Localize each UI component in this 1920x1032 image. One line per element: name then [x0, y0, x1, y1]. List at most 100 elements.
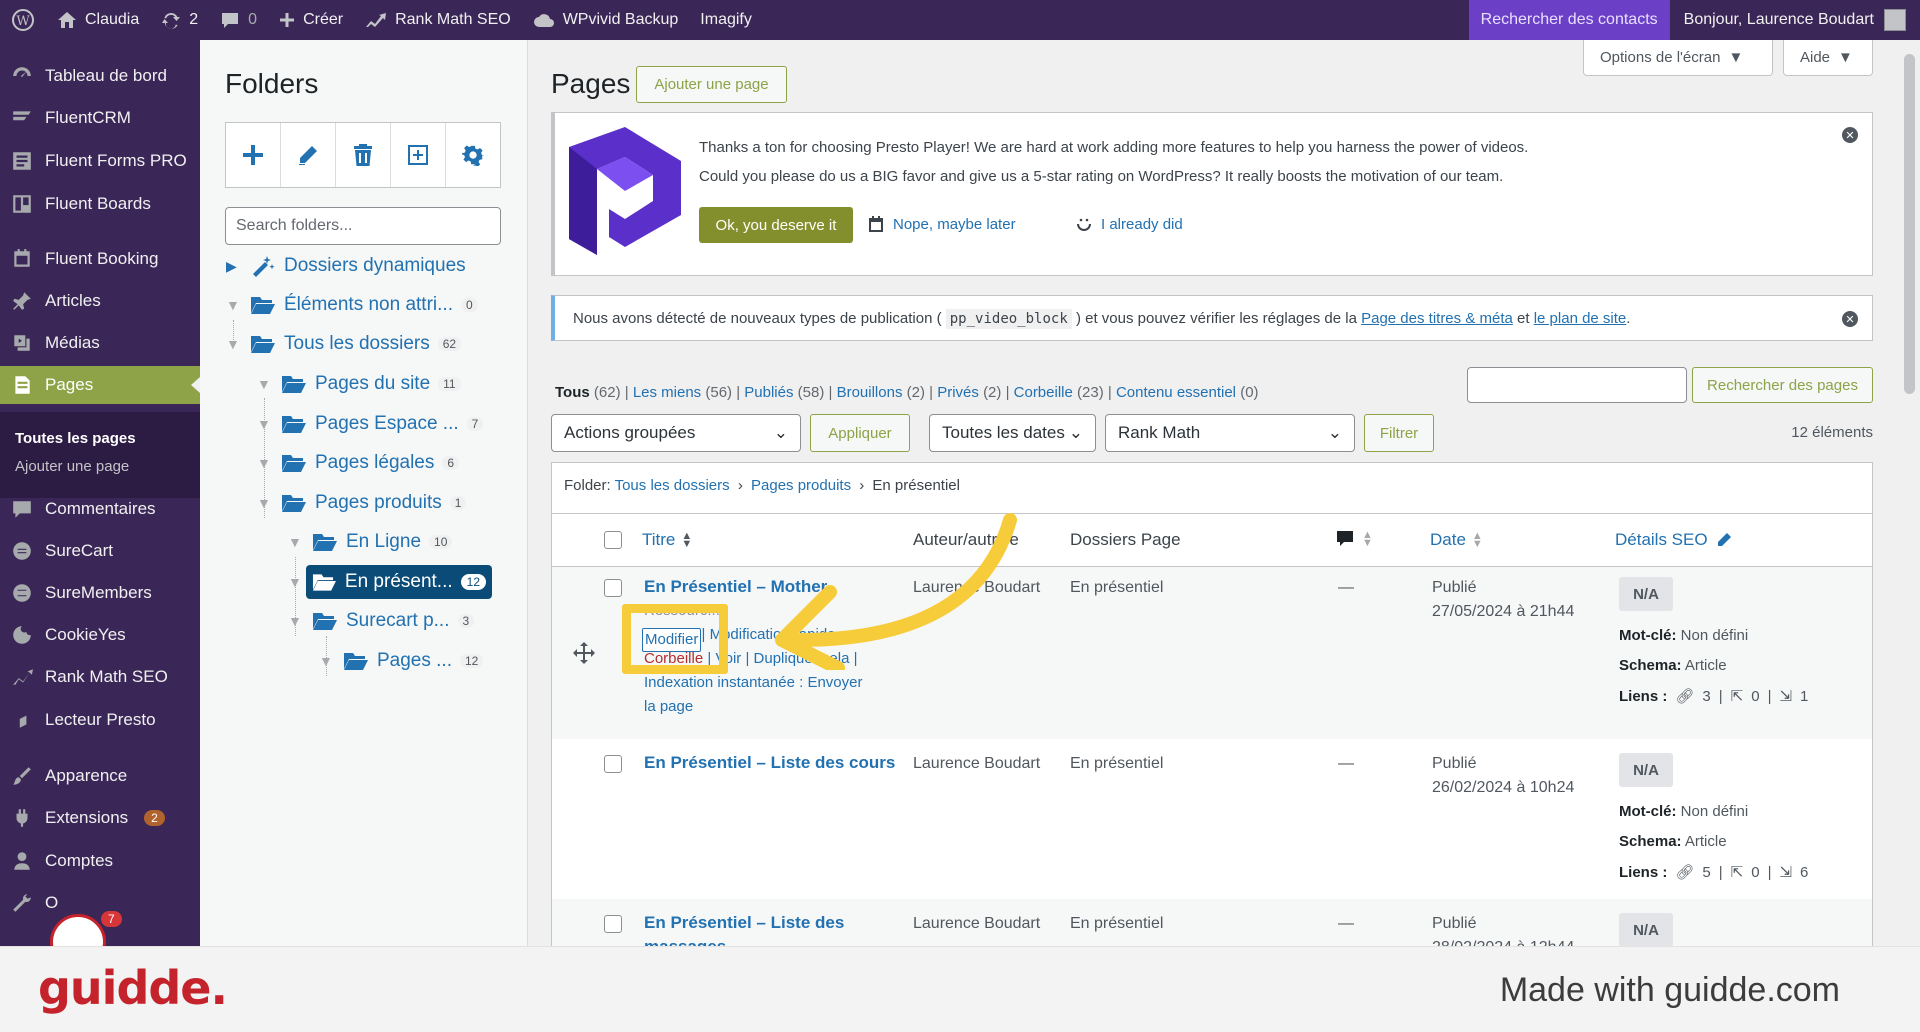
seo-details-header[interactable]: Détails SEO: [1615, 530, 1732, 550]
delete-folder-button[interactable]: [336, 123, 391, 187]
folder-item[interactable]: En présent... 12: [306, 565, 492, 599]
caret-right-icon[interactable]: ▶: [226, 258, 237, 275]
folder-settings-button[interactable]: [446, 123, 500, 187]
wpvivid-link[interactable]: WPvivid Backup: [522, 0, 690, 40]
folder-item[interactable]: Éléments non attri... 0: [250, 288, 478, 322]
sidebar-item-surecart[interactable]: SureCart: [0, 532, 200, 570]
folder-search-input[interactable]: Search folders...: [225, 207, 501, 245]
scrollbar-thumb[interactable]: [1904, 54, 1915, 394]
sidebar-item-pages[interactable]: Pages: [0, 366, 200, 404]
submenu-all-pages[interactable]: Toutes les pages: [15, 430, 136, 447]
sidebar-item-comptes[interactable]: Comptes: [0, 842, 200, 880]
caret-down-icon[interactable]: ▼: [226, 297, 240, 313]
folder-item[interactable]: Pages produits 1: [281, 486, 467, 520]
page-title-link[interactable]: En Présentiel – Liste des cours: [644, 751, 895, 775]
caret-down-icon[interactable]: ▼: [319, 653, 333, 669]
folder-item[interactable]: Pages du site 11: [281, 367, 461, 401]
imagify-link[interactable]: Imagify: [689, 0, 763, 40]
apply-button[interactable]: Appliquer: [810, 414, 910, 452]
sidebar-item-fluent-forms-pro[interactable]: Fluent Forms PRO: [0, 142, 200, 180]
rename-folder-button[interactable]: [281, 123, 336, 187]
view-essential[interactable]: Contenu essentiel: [1116, 384, 1236, 401]
caret-down-icon[interactable]: ▼: [257, 495, 271, 511]
sidebar-item-fluentcrm[interactable]: FluentCRM: [0, 99, 200, 137]
caret-down-icon[interactable]: ▼: [288, 574, 302, 590]
sidebar-item-tableau-de-bord[interactable]: Tableau de bord: [0, 57, 200, 95]
page-title-link[interactable]: En Présentiel – Liste des: [644, 911, 844, 935]
sidebar-item-lecteur-presto[interactable]: Lecteur Presto: [0, 701, 200, 739]
move-handle-icon[interactable]: [572, 641, 596, 670]
site-name-link[interactable]: Claudia: [46, 0, 150, 40]
view-mine[interactable]: Les miens: [633, 384, 701, 401]
folder-item[interactable]: Dossiers dynamiques: [250, 249, 466, 283]
sidebar-item-extensions[interactable]: Extensions 2: [0, 799, 200, 837]
view-drafts[interactable]: Brouillons: [837, 384, 903, 401]
sidebar-item-m-dias[interactable]: Médias: [0, 324, 200, 362]
filter-button[interactable]: Filtrer: [1364, 414, 1434, 452]
folder-link[interactable]: En présentiel: [1070, 755, 1163, 773]
screen-options-button[interactable]: Options de l'écran ▼: [1583, 40, 1773, 76]
row-checkbox[interactable]: [604, 915, 622, 933]
already-did-link[interactable]: I already did: [1075, 215, 1183, 233]
breadcrumb-product-pages[interactable]: Pages produits: [751, 477, 851, 494]
account-menu[interactable]: Bonjour, Laurence Boudart: [1670, 0, 1920, 40]
sidebar-item-fluent-booking[interactable]: Fluent Booking: [0, 240, 200, 278]
dismiss-rankmath-icon[interactable]: ✕: [1842, 311, 1858, 327]
updates-link[interactable]: 2: [150, 0, 209, 40]
author-link[interactable]: Laurence Boudart: [913, 915, 1040, 933]
wordpress-logo[interactable]: W: [0, 0, 46, 40]
folder-item[interactable]: Surecart p... 3: [312, 604, 475, 638]
sidebar-item-fluent-boards[interactable]: Fluent Boards: [0, 185, 200, 223]
folder-item[interactable]: En Ligne 10: [312, 525, 453, 559]
dismiss-presto-icon[interactable]: ✕: [1842, 127, 1858, 143]
sidebar-item-rank-math-seo[interactable]: Rank Math SEO: [0, 658, 200, 696]
rankmath-link[interactable]: Rank Math SEO: [354, 0, 522, 40]
sidebar-item-apparence[interactable]: Apparence: [0, 757, 200, 795]
sort-title-header[interactable]: Titre ▲ ▼: [642, 530, 692, 550]
folder-item[interactable]: Pages légales 6: [281, 446, 460, 480]
row-checkbox[interactable]: [604, 579, 622, 597]
rate-ok-button[interactable]: Ok, you deserve it: [699, 207, 853, 243]
expand-folders-button[interactable]: [391, 123, 446, 187]
caret-down-icon[interactable]: ▼: [288, 613, 302, 629]
sidebar-item-suremembers[interactable]: SureMembers: [0, 574, 200, 612]
author-link[interactable]: Laurence Boudart: [913, 755, 1040, 773]
bulk-actions-select[interactable]: Actions groupées ⌄: [551, 414, 801, 452]
caret-down-icon[interactable]: ▼: [226, 336, 240, 352]
folder-item[interactable]: Pages ... 12: [343, 644, 484, 678]
rankmath-select[interactable]: Rank Math ⌄: [1105, 414, 1355, 452]
folder-link[interactable]: En présentiel: [1070, 915, 1163, 933]
edit-link[interactable]: Modifier: [642, 628, 702, 652]
sitemap-link[interactable]: le plan de site: [1534, 310, 1627, 327]
instant-index-link[interactable]: Indexation instantanée : Envoyer: [644, 671, 862, 695]
dates-select[interactable]: Toutes les dates ⌄: [929, 414, 1096, 452]
maybe-later-link[interactable]: Nope, maybe later: [867, 215, 1016, 233]
add-page-button[interactable]: Ajouter une page: [636, 66, 787, 103]
new-content-link[interactable]: Créer: [268, 0, 354, 40]
new-folder-button[interactable]: [226, 123, 281, 187]
help-button[interactable]: Aide ▼: [1783, 40, 1873, 76]
comments-link[interactable]: 0: [209, 0, 268, 40]
view-trash[interactable]: Corbeille: [1014, 384, 1073, 401]
search-contacts-button[interactable]: Rechercher des contacts: [1468, 0, 1670, 40]
folder-link[interactable]: En présentiel: [1070, 579, 1163, 597]
search-pages-button[interactable]: Rechercher des pages: [1692, 367, 1873, 403]
sort-comments-header[interactable]: ▲ ▼: [1336, 529, 1373, 548]
caret-down-icon[interactable]: ▼: [257, 455, 271, 471]
search-pages-input[interactable]: [1467, 367, 1687, 403]
folder-item[interactable]: Pages Espace ... 7: [281, 407, 484, 441]
sort-date-header[interactable]: Date ▲ ▼: [1430, 530, 1483, 550]
caret-down-icon[interactable]: ▼: [257, 416, 271, 432]
sidebar-item-cookieyes[interactable]: CookieYes: [0, 616, 200, 654]
page-scrollbar[interactable]: [1898, 40, 1920, 946]
view-private[interactable]: Privés: [937, 384, 979, 401]
breadcrumb-all-folders[interactable]: Tous les dossiers: [615, 477, 730, 494]
folder-item[interactable]: Tous les dossiers 62: [250, 327, 462, 361]
sidebar-item-o[interactable]: O: [0, 884, 200, 922]
sidebar-item-articles[interactable]: Articles: [0, 282, 200, 320]
row-checkbox[interactable]: [604, 755, 622, 773]
view-published[interactable]: Publiés: [744, 384, 793, 401]
titles-meta-link[interactable]: Page des titres & méta: [1361, 310, 1513, 327]
select-all-checkbox[interactable]: [604, 531, 622, 549]
view-all[interactable]: Tous: [555, 384, 590, 401]
